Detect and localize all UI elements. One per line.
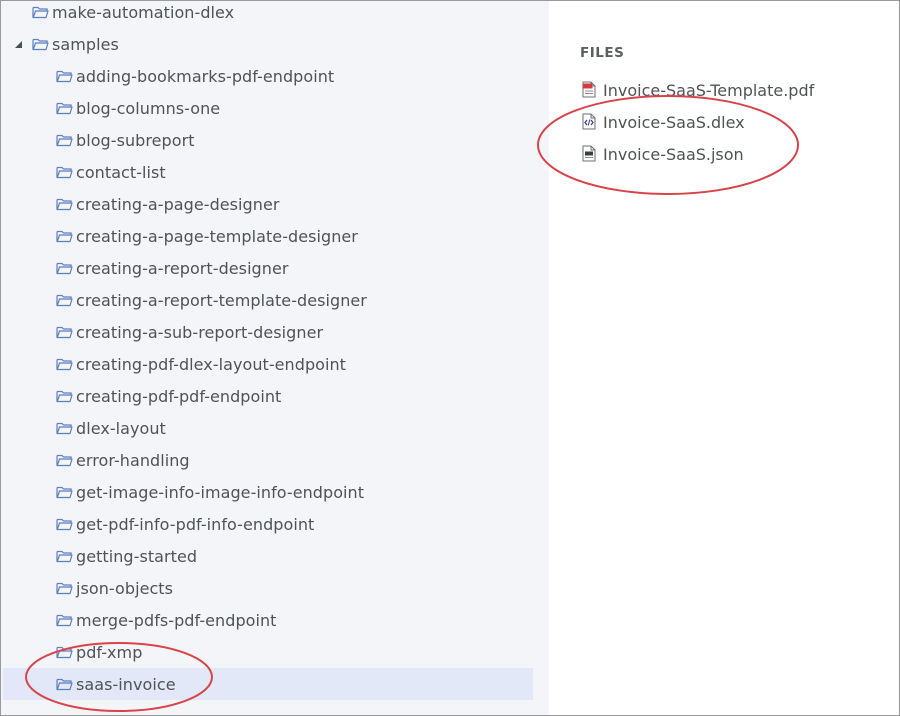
tree-item-label: samples [52, 34, 119, 54]
tree-item-label: merge-pdfs-pdf-endpoint [76, 610, 277, 630]
folder-icon [56, 262, 73, 275]
tree-item-label: get-image-info-image-info-endpoint [76, 482, 365, 502]
files-pane: FILES Invoice-SaaS-Template.pdf Invoice-… [549, 1, 899, 715]
tree-item-label: contact-list [76, 162, 166, 182]
tree-item-contact-list[interactable]: contact-list [1, 156, 549, 188]
folder-icon [56, 294, 73, 307]
folder-icon [56, 678, 73, 691]
tree-item-label: creating-pdf-dlex-layout-endpoint [76, 354, 347, 374]
tree-item-label: creating-pdf-pdf-endpoint [76, 386, 282, 406]
folder-icon [56, 166, 73, 179]
pdf-file-icon [582, 81, 596, 98]
tree-item-label: dlex-layout [76, 418, 166, 438]
folder-icon [56, 230, 73, 243]
json-file-icon [582, 145, 596, 162]
folder-icon [56, 614, 73, 627]
tree-item-adding-bookmarks-pdf-endpoint[interactable]: adding-bookmarks-pdf-endpoint [1, 60, 549, 92]
tree-item-pdf-xmp[interactable]: pdf-xmp [1, 636, 549, 668]
folder-icon [56, 582, 73, 595]
tree-item-blog-columns-one[interactable]: blog-columns-one [1, 92, 549, 124]
tree-item-get-pdf-info-pdf-info-endpoint[interactable]: get-pdf-info-pdf-info-endpoint [1, 508, 549, 540]
folder-icon [56, 326, 73, 339]
folder-tree: make-automation-dlex samples adding-book… [1, 1, 549, 715]
folder-icon [56, 70, 73, 83]
tree-item-blog-subreport[interactable]: blog-subreport [1, 124, 549, 156]
tree-item-creating-a-report-designer[interactable]: creating-a-report-designer [1, 252, 549, 284]
tree-item-label: json-objects [76, 578, 174, 598]
tree-item-label: error-handling [76, 450, 190, 470]
folder-icon [56, 390, 73, 403]
tree-item-label: creating-a-sub-report-designer [76, 322, 324, 342]
dlex-file-icon [582, 113, 596, 130]
tree-item-creating-pdf-pdf-endpoint[interactable]: creating-pdf-pdf-endpoint [1, 380, 549, 412]
tree-item-label: make-automation-dlex [52, 2, 235, 22]
tree-item-get-image-info-image-info-endpoint[interactable]: get-image-info-image-info-endpoint [1, 476, 549, 508]
folder-icon [56, 422, 73, 435]
file-name: Invoice-SaaS.json [603, 144, 744, 164]
tree-item-label: blog-columns-one [76, 98, 221, 118]
tree-item-creating-pdf-dlex-layout-endpoint[interactable]: creating-pdf-dlex-layout-endpoint [1, 348, 549, 380]
folder-icon [56, 646, 73, 659]
folder-icon [56, 454, 73, 467]
tree-item-saas-invoice[interactable]: saas-invoice [3, 668, 533, 700]
tree-item-label: blog-subreport [76, 130, 195, 150]
folder-icon [32, 6, 49, 19]
tree-item-label: getting-started [76, 546, 198, 566]
tree-item-label: creating-a-report-template-designer [76, 290, 367, 310]
tree-item-creating-a-page-template-designer[interactable]: creating-a-page-template-designer [1, 220, 549, 252]
tree-item-merge-pdfs-pdf-endpoint[interactable]: merge-pdfs-pdf-endpoint [1, 604, 549, 636]
tree-item-samples[interactable]: samples [1, 28, 549, 60]
tree-item-label: get-pdf-info-pdf-info-endpoint [76, 514, 315, 534]
window-frame: make-automation-dlex samples adding-book… [0, 0, 900, 716]
tree-item-getting-started[interactable]: getting-started [1, 540, 549, 572]
folder-icon [56, 486, 73, 499]
tree-item-label: pdf-xmp [76, 642, 143, 662]
tree-item-dlex-layout[interactable]: dlex-layout [1, 412, 549, 444]
folder-icon [56, 518, 73, 531]
tree-item-error-handling[interactable]: error-handling [1, 444, 549, 476]
folder-icon [56, 102, 73, 115]
tree-item-label: saas-invoice [76, 674, 176, 694]
folder-icon [56, 134, 73, 147]
tree-item-json-objects[interactable]: json-objects [1, 572, 549, 604]
tree-item-label: creating-a-report-designer [76, 258, 289, 278]
files-heading: FILES [580, 45, 625, 61]
file-name: Invoice-SaaS.dlex [603, 112, 745, 132]
tree-item-make-automation-dlex[interactable]: make-automation-dlex [1, 1, 549, 28]
folder-icon [56, 358, 73, 371]
tree-item-label: adding-bookmarks-pdf-endpoint [76, 66, 335, 86]
tree-item-creating-a-report-template-designer[interactable]: creating-a-report-template-designer [1, 284, 549, 316]
tree-item-creating-a-sub-report-designer[interactable]: creating-a-sub-report-designer [1, 316, 549, 348]
folder-icon [56, 198, 73, 211]
expand-toggle-icon[interactable] [11, 37, 25, 51]
folder-icon [56, 550, 73, 563]
tree-item-label: creating-a-page-template-designer [76, 226, 358, 246]
folder-open-icon [32, 38, 49, 51]
file-name: Invoice-SaaS-Template.pdf [603, 80, 815, 100]
tree-item-creating-a-page-designer[interactable]: creating-a-page-designer [1, 188, 549, 220]
tree-item-label: creating-a-page-designer [76, 194, 280, 214]
